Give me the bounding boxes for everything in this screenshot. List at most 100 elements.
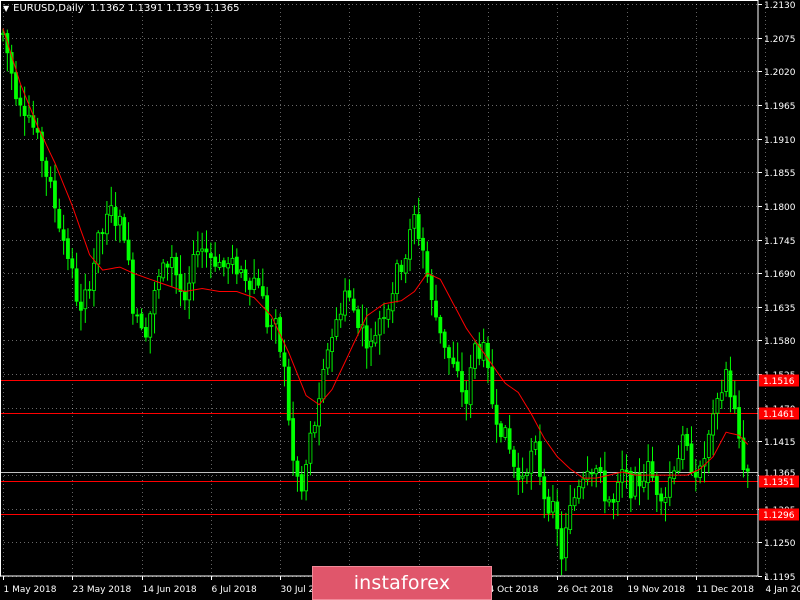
candle-body — [408, 229, 412, 260]
candle-body — [685, 433, 690, 447]
y-tick-label: 1.2075 — [764, 35, 796, 45]
candle-body — [148, 313, 153, 338]
candle-body — [135, 314, 140, 317]
price-chart[interactable]: 1.2130 1.2075 1.2020 1.1965 1.1910 1.1855 1.18… — [0, 0, 800, 600]
candle-body — [152, 290, 157, 315]
candle-body — [564, 527, 568, 559]
x-tick-label: 14 Jun 2018 — [143, 585, 197, 595]
candle-body — [66, 238, 70, 259]
candle-body — [100, 232, 105, 235]
candle-body — [14, 72, 18, 100]
candle-body — [143, 327, 148, 338]
candle-body — [525, 472, 529, 476]
plot-frame — [0, 0, 759, 577]
level-label: 1.1461 — [763, 410, 795, 420]
candle-body — [330, 337, 334, 352]
candle-body — [468, 367, 473, 406]
candle-body — [382, 317, 386, 319]
candle-body — [507, 428, 512, 450]
candle-body — [269, 324, 274, 327]
candle-body — [61, 229, 66, 241]
candle-body — [356, 309, 360, 329]
candle-body — [299, 474, 304, 492]
candle-body — [503, 427, 508, 438]
candle-body — [611, 498, 616, 503]
candle-body — [399, 264, 404, 273]
candle-body — [325, 349, 330, 369]
candle-body — [512, 449, 516, 467]
candle-body — [520, 475, 525, 479]
candle-body — [79, 301, 83, 311]
candle-body — [464, 390, 469, 404]
candle-body — [377, 318, 382, 336]
candle-body — [373, 334, 378, 344]
candle-body — [455, 361, 460, 372]
candle-body — [187, 282, 192, 301]
level-lines — [0, 380, 758, 515]
candle-body — [191, 254, 196, 284]
candle-body — [732, 395, 737, 410]
candle-body — [715, 398, 720, 414]
candle-body — [182, 291, 187, 301]
candle-body — [53, 180, 57, 209]
candle-body — [369, 340, 373, 348]
candle-body — [347, 290, 352, 298]
candle-body — [208, 253, 213, 259]
candle-body — [486, 343, 490, 368]
candle-body — [286, 366, 291, 421]
moving-average — [2, 28, 749, 479]
x-tick-label: 6 Jul 2018 — [212, 585, 257, 595]
candle-body — [113, 207, 118, 226]
candles — [1, 28, 750, 576]
candle-body — [416, 214, 421, 240]
candle-body — [646, 461, 651, 484]
y-tick-label: 1.1690 — [764, 270, 796, 280]
candle-body — [169, 257, 174, 268]
candle-body — [737, 407, 741, 439]
symbol-header: ▼ EURUSD,Daily 1.1362 1.1391 1.1359 1.136… — [3, 3, 239, 14]
candle-body — [706, 433, 711, 458]
candle-body — [434, 300, 438, 318]
candle-body — [412, 214, 417, 229]
candle-body — [312, 425, 317, 434]
candle-body — [343, 290, 347, 316]
candle-body — [598, 467, 603, 472]
candle-body — [442, 331, 447, 348]
candle-body — [122, 217, 127, 241]
candle-body — [174, 256, 179, 276]
candle-body — [395, 263, 399, 294]
candle-body — [96, 232, 101, 265]
candle-body — [576, 486, 581, 499]
level-label: 1.1296 — [763, 511, 795, 521]
level-label: 1.1516 — [763, 377, 795, 387]
candle-body — [724, 369, 729, 392]
candle-body — [667, 477, 672, 498]
grid-layer — [0, 4, 766, 577]
x-tick-label: 1 May 2018 — [4, 585, 57, 595]
y-tick-label: 1.1800 — [764, 203, 796, 213]
x-tick-label: 26 Oct 2018 — [558, 585, 614, 595]
candle-body — [226, 263, 231, 269]
candle-body — [529, 450, 534, 474]
y-tick-label: 1.1250 — [764, 539, 796, 549]
moving-average-line — [2, 28, 749, 479]
candle-body — [126, 239, 131, 261]
candle-body — [27, 114, 31, 118]
candle-body — [589, 472, 594, 475]
candle-body — [641, 480, 646, 488]
symbol-label: EURUSD,Daily — [13, 3, 84, 14]
candle-body — [130, 259, 135, 314]
candle-body — [559, 528, 564, 560]
candle-body — [447, 347, 451, 359]
dropdown-triangle-icon[interactable]: ▼ — [3, 4, 9, 13]
y-tick-label: 1.1745 — [764, 237, 796, 247]
watermark-logo: instaforex — [312, 566, 492, 600]
candle-body — [533, 441, 538, 450]
candle-body — [295, 460, 300, 477]
candle-body — [676, 458, 681, 472]
candle-body — [680, 434, 685, 460]
candle-body — [217, 261, 222, 268]
candle-body — [308, 432, 313, 464]
candle-body — [213, 256, 218, 267]
candle-body — [538, 441, 542, 477]
